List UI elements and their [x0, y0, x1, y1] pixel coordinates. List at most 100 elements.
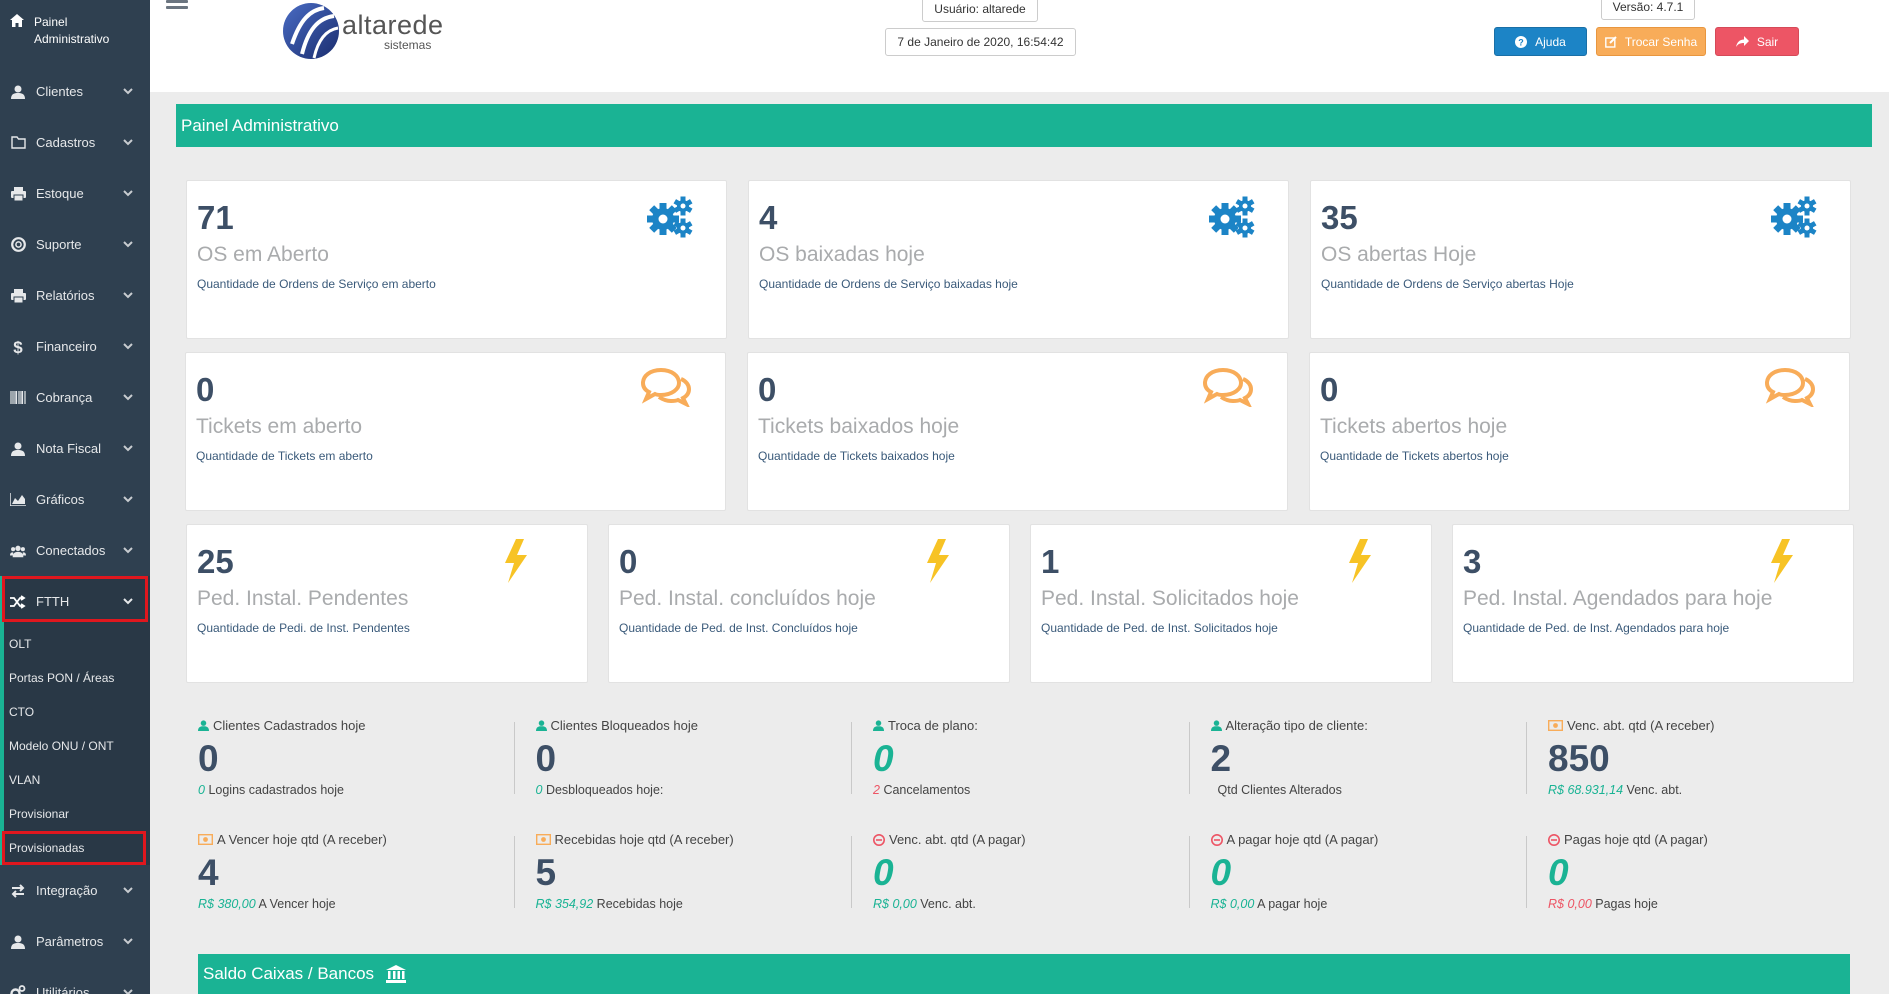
stat-item: Clientes Cadastrados hoje 0 0 Logins cad…	[198, 718, 498, 818]
user-icon	[873, 720, 884, 731]
stat-item: Venc. abt. qtd (A receber) 850 R$ 68.931…	[1548, 718, 1848, 818]
stat-value: 0	[1548, 852, 1569, 893]
stat-card: 71 OS em Aberto Quantidade de Ordens de …	[186, 180, 727, 339]
card-title: Ped. Instal. Solicitados hoje	[1041, 587, 1299, 610]
stat-value: 5	[535, 852, 557, 893]
sidebar-item-utilitarios[interactable]: Utilitários	[0, 967, 150, 994]
submenu-item-vlan[interactable]: VLAN	[4, 763, 150, 797]
stat-sub-text: Pagas hoje	[1595, 897, 1658, 911]
user-icon	[10, 934, 26, 950]
minus-circle-icon	[1548, 833, 1560, 846]
stat-label: Venc. abt. qtd (A receber)	[1567, 718, 1715, 733]
stat-sub-text: Venc. abt.	[1626, 783, 1683, 797]
sidebar-item-parametros[interactable]: Parâmetros	[0, 916, 150, 967]
sidebar-item-label: Gráficos	[36, 492, 85, 507]
scrollbar[interactable]	[1883, 92, 1889, 994]
stat-sub-text: Cancelamentos	[883, 783, 971, 797]
submenu-item-cto[interactable]: CTO	[4, 695, 150, 729]
stat-label: Recebidas hoje qtd (A receber)	[554, 832, 734, 847]
bolt-icon	[1768, 539, 1796, 588]
stat-item: A Vencer hoje qtd (A receber) 4 R$ 380,0…	[198, 832, 498, 932]
sidebar-item-relatorios[interactable]: Relatórios	[0, 270, 150, 321]
logout-button[interactable]: Sair	[1715, 27, 1799, 56]
card-number: 25	[197, 543, 234, 580]
sidebar-item-financeiro[interactable]: $ Financeiro	[0, 321, 150, 372]
exchange-icon	[10, 883, 26, 899]
sidebar-item-nota-fiscal[interactable]: Nota Fiscal	[0, 423, 150, 474]
card-title: Ped. Instal. Pendentes	[197, 587, 409, 610]
stat-sub-highlight: R$ 68.931,14	[1548, 783, 1624, 797]
bolt-icon	[924, 539, 952, 588]
sidebar: Painel Administrativo Clientes Cadastros…	[0, 0, 150, 994]
stat-label: Clientes Cadastrados hoje	[213, 718, 366, 733]
stat-item: Venc. abt. qtd (A pagar) 0 R$ 0,00 Venc.…	[873, 832, 1173, 932]
money-icon	[198, 834, 213, 845]
version-label: Versão: 4.7.1	[1601, 0, 1695, 20]
user-icon	[535, 720, 547, 731]
stat-item: Troca de plano: 0 2 Cancelamentos	[873, 718, 1173, 818]
stat-card: 25 Ped. Instal. Pendentes Quantidade de …	[186, 524, 588, 683]
card-description: Quantidade de Ordens de Serviço baixadas…	[759, 277, 1018, 291]
stat-label: Pagas hoje qtd (A pagar)	[1564, 832, 1708, 847]
sidebar-item-estoque[interactable]: Estoque	[0, 168, 150, 219]
help-label: Ajuda	[1535, 34, 1566, 49]
card-description: Quantidade de Tickets baixados hoje	[758, 449, 955, 463]
help-button[interactable]: ? Ajuda	[1494, 27, 1587, 56]
stat-card: 4 OS baixadas hoje Quantidade de Ordens …	[748, 180, 1289, 339]
divider	[1188, 836, 1190, 908]
sidebar-item-label: Parâmetros	[36, 934, 104, 949]
submenu-item-provisionar[interactable]: Provisionar	[4, 797, 150, 831]
submenu-item-provisionadas[interactable]: Provisionadas	[2, 831, 146, 865]
user-icon	[10, 441, 26, 457]
sidebar-item-clientes[interactable]: Clientes	[0, 66, 150, 117]
question-circle-icon: ?	[1515, 35, 1528, 48]
sidebar-item-label: Suporte	[36, 237, 82, 252]
svg-text:?: ?	[1518, 37, 1524, 47]
sidebar-item-painel[interactable]: Painel Administrativo	[0, 0, 150, 66]
stat-sub-highlight: R$ 354,92	[535, 897, 594, 911]
bolt-icon	[502, 539, 530, 588]
card-title: Ped. Instal. Agendados para hoje	[1463, 587, 1773, 610]
divider	[1526, 722, 1527, 794]
card-number: 3	[1463, 543, 1482, 580]
stat-value: 2	[1210, 738, 1232, 779]
hamburger-menu-icon[interactable]	[166, 0, 188, 14]
gears-icon	[1208, 195, 1256, 244]
chevron-down-icon	[122, 85, 134, 97]
submenu-item-modelo-onu-ont[interactable]: Modelo ONU / ONT	[4, 729, 150, 763]
sidebar-item-label: Integração	[36, 883, 98, 898]
card-description: Quantidade de Ordens de Serviço em abert…	[197, 277, 436, 291]
chevron-down-icon	[122, 289, 134, 301]
stat-sub-highlight: R$ 380,00	[198, 897, 256, 911]
divider	[851, 836, 852, 908]
chevron-down-icon	[122, 391, 134, 403]
sidebar-item-cadastros[interactable]: Cadastros	[0, 117, 150, 168]
stat-label: A pagar hoje qtd (A pagar)	[1226, 832, 1379, 847]
stat-card: 0 Tickets abertos hoje Quantidade de Tic…	[1309, 352, 1850, 511]
sidebar-item-suporte[interactable]: Suporte	[0, 219, 150, 270]
logo-name: altarede	[342, 10, 444, 40]
sidebar-item-conectados[interactable]: Conectados	[0, 525, 150, 576]
user-icon	[1210, 720, 1222, 731]
stat-value: 0	[873, 852, 894, 893]
card-number: 35	[1321, 199, 1358, 236]
stat-value: 0	[198, 738, 219, 779]
stat-label: A Vencer hoje qtd (A receber)	[217, 832, 387, 847]
sidebar-item-label: Relatórios	[36, 288, 95, 303]
card-description: Quantidade de Tickets abertos hoje	[1320, 449, 1509, 463]
chevron-down-icon	[122, 340, 134, 352]
sidebar-item-cobranca[interactable]: Cobrança	[0, 372, 150, 423]
card-number: 1	[1041, 543, 1060, 580]
gears-icon	[1770, 195, 1818, 244]
users-icon	[10, 543, 26, 559]
stat-item: Alteração tipo de cliente: 2 Qtd Cliente…	[1210, 718, 1511, 818]
sidebar-item-label: Cadastros	[36, 135, 96, 150]
folder-icon	[10, 135, 26, 151]
saldo-header: Saldo Caixas / Bancos	[198, 954, 1850, 994]
sidebar-item-graficos[interactable]: Gráficos	[0, 474, 150, 525]
card-description: Quantidade de Ped. de Inst. Concluídos h…	[619, 621, 858, 635]
change-password-button[interactable]: Trocar Senha	[1596, 27, 1706, 56]
submenu-item-olt[interactable]: OLT	[4, 627, 150, 661]
sidebar-item-integracao[interactable]: Integração	[0, 865, 150, 916]
submenu-item-portas-pon-areas[interactable]: Portas PON / Áreas	[4, 661, 150, 695]
